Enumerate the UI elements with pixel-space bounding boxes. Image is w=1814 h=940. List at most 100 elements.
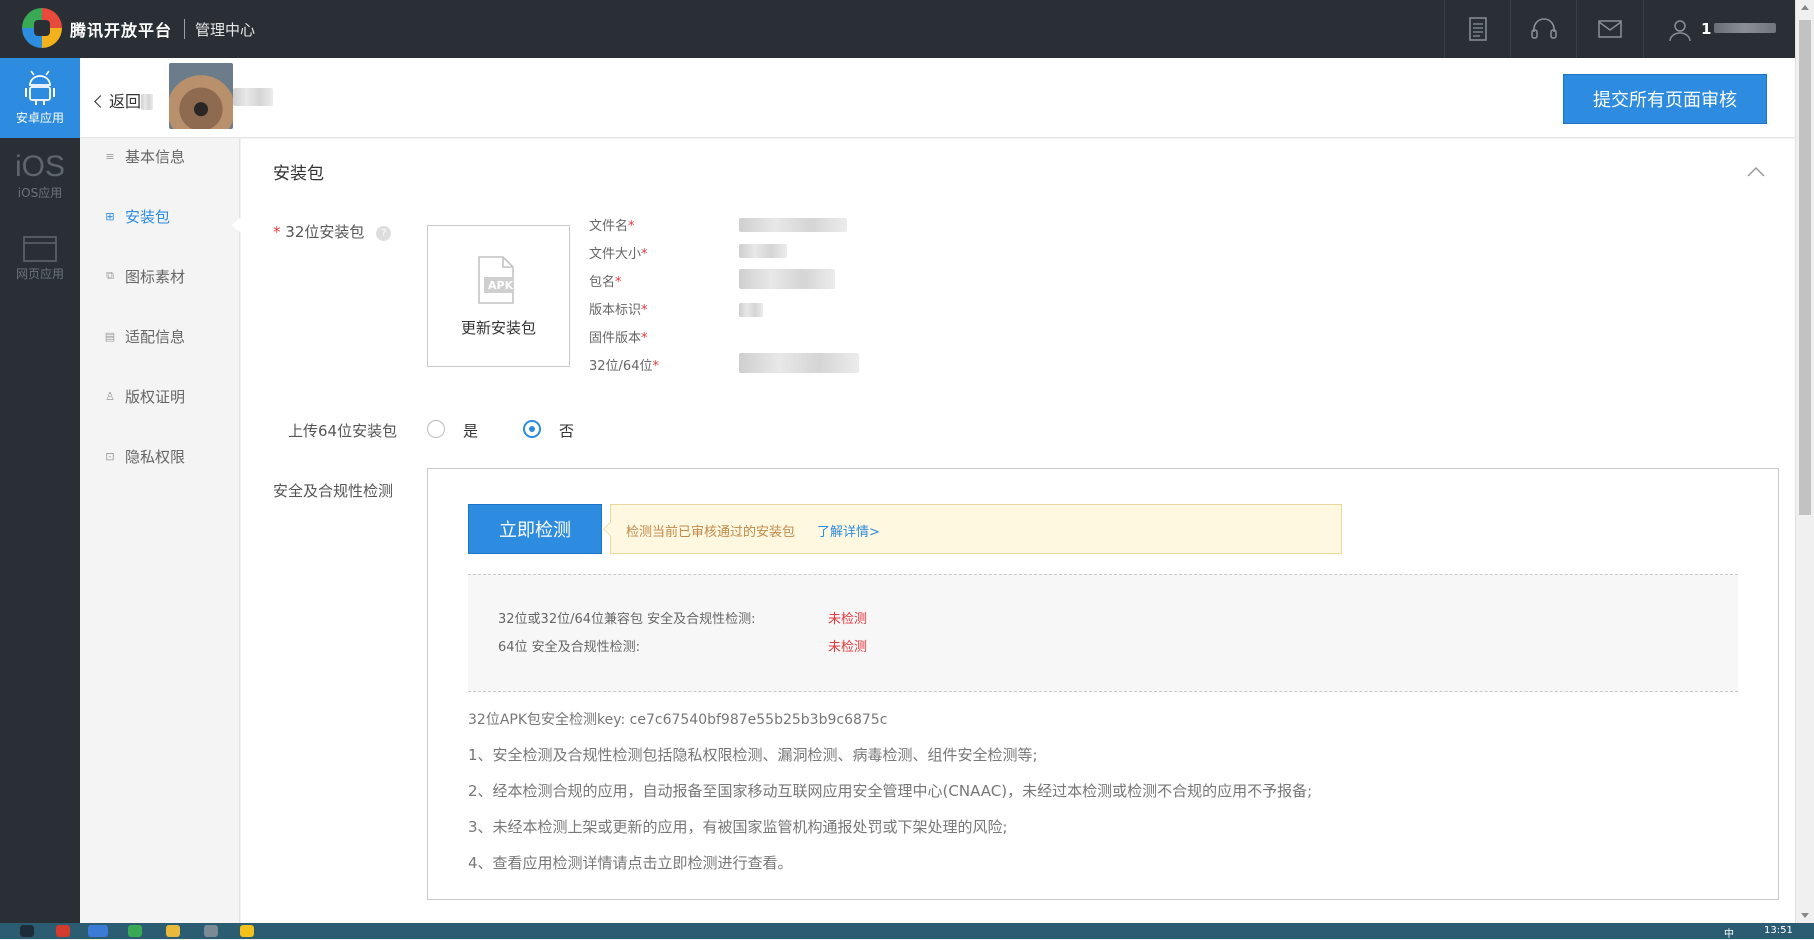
- field-arch-label: 32位/64位*: [589, 359, 659, 374]
- field-filesize-label: 文件大小*: [589, 247, 648, 262]
- result-64-status: 未检测: [828, 640, 868, 655]
- app-header: 返回 提交所有页面审核: [80, 58, 1795, 138]
- user-icon: [1669, 20, 1691, 42]
- lock-icon: ⊡: [105, 449, 115, 463]
- image-icon: ⧉: [106, 269, 114, 282]
- tencent-open-platform-logo[interactable]: [22, 8, 62, 48]
- field-firmware-label: 固件版本*: [589, 331, 648, 346]
- support-button[interactable]: [1510, 0, 1576, 58]
- chevron-left-icon: [94, 95, 107, 108]
- tip-text: 检测当前已审核通过的安装包: [626, 525, 796, 540]
- browser-icon[interactable]: [88, 925, 108, 937]
- android-icon: [25, 70, 55, 105]
- security-check-label: 安全及合规性检测: [273, 482, 394, 500]
- nav-item-basic-info[interactable]: ≡ 基本信息: [80, 141, 240, 171]
- messages-button[interactable]: [1576, 0, 1642, 58]
- nav-item-label: 基本信息: [125, 147, 186, 166]
- back-label: 返回: [109, 92, 142, 111]
- app-type-sidebar: 安卓应用 iOS iOS应用 网页应用: [0, 58, 80, 923]
- field-package-name-value-redacted: [739, 269, 835, 289]
- nav-item-label: 版权证明: [125, 387, 186, 406]
- sidebar-item-label: iOS应用: [17, 186, 63, 200]
- nav-item-privacy[interactable]: ⊡ 隐私权限: [80, 441, 240, 471]
- nav-item-copyright[interactable]: ♙ 版权证明: [80, 381, 240, 411]
- top-bar: 腾讯开放平台 管理中心 1: [0, 0, 1795, 58]
- mail-icon: [1597, 20, 1622, 38]
- section-nav: ≡ 基本信息 ⊞ 安装包 ⧉ 图标素材 ▤ 适配信息 ♙ 版权证明 ⊡ 隐私权限: [80, 139, 241, 923]
- field-filesize-value-redacted: [739, 244, 787, 258]
- wechat-icon[interactable]: [128, 925, 142, 937]
- upload64-no-label[interactable]: 否: [559, 420, 574, 441]
- field-version-id-value-redacted: [739, 303, 763, 317]
- detect-now-button[interactable]: 立即检测: [468, 504, 602, 554]
- app-name-redacted: [233, 88, 273, 106]
- docs-button[interactable]: [1444, 0, 1510, 58]
- brand-title: 腾讯开放平台: [70, 21, 173, 40]
- page-scrollbar[interactable]: [1795, 0, 1814, 923]
- browser-window-icon: [23, 236, 57, 262]
- main-content: 安装包 * 32位安装包? APK 更新安装包 文件名* 文件大小* 包名* 版…: [241, 139, 1795, 923]
- nav-item-label: 适配信息: [125, 327, 186, 346]
- scrollbar-thumb[interactable]: [1799, 20, 1811, 515]
- scroll-up-icon[interactable]: [1801, 5, 1809, 10]
- note-4: 4、查看应用检测详情请点击立即检测进行查看。: [468, 854, 793, 872]
- security-check-panel: 立即检测 检测当前已审核通过的安装包 了解详情> 32位或32位/64位兼容包 …: [427, 468, 1779, 900]
- brand-subtitle: 管理中心: [195, 21, 256, 39]
- sidebar-item-ios[interactable]: iOS iOS应用: [0, 150, 80, 218]
- folder-icon[interactable]: [166, 925, 180, 937]
- pkg32-label: * 32位安装包?: [273, 221, 392, 242]
- sidebar-item-label: 网页应用: [15, 267, 64, 281]
- learn-more-link[interactable]: 了解详情>: [817, 521, 880, 540]
- notes-icon[interactable]: [240, 925, 254, 937]
- nav-item-icon-assets[interactable]: ⧉ 图标素材: [80, 261, 240, 291]
- field-filename-value-redacted: [739, 218, 847, 232]
- brand-divider: [184, 19, 185, 39]
- app-icon[interactable]: [204, 925, 218, 937]
- apk-badge: APK: [488, 279, 514, 292]
- user-name: 1: [1701, 20, 1777, 38]
- check-results: 32位或32位/64位兼容包 安全及合规性检测: 未检测 64位 安全及合规性检…: [468, 574, 1738, 692]
- ios-icon: iOS: [14, 150, 65, 183]
- app-icon[interactable]: [56, 925, 70, 937]
- nav-item-label: 隐私权限: [125, 447, 186, 466]
- start-icon[interactable]: [20, 925, 34, 937]
- result-64-label: 64位 安全及合规性检测:: [498, 640, 641, 655]
- nav-item-label: 图标素材: [125, 267, 186, 286]
- submit-all-pages-button[interactable]: 提交所有页面审核: [1563, 74, 1767, 124]
- clock[interactable]: 13:51: [1764, 925, 1793, 936]
- document-icon: [1468, 17, 1487, 41]
- headset-icon: [1530, 18, 1557, 39]
- badge-icon: ♙: [105, 389, 115, 403]
- detect-tip: 检测当前已审核通过的安装包 了解详情>: [603, 504, 1342, 554]
- help-icon[interactable]: ?: [376, 226, 392, 241]
- field-version-id-label: 版本标识*: [589, 303, 648, 318]
- section-title: 安装包: [273, 164, 324, 184]
- upload64-no-radio[interactable]: [523, 420, 541, 438]
- sidebar-item-label: 安卓应用: [15, 111, 64, 125]
- note-1: 1、安全检测及合规性检测包括隐私权限检测、漏洞检测、病毒检测、组件安全检测等;: [468, 746, 1038, 764]
- doc-icon: ▤: [104, 329, 116, 343]
- result-32-status: 未检测: [828, 612, 868, 627]
- security-key: 32位APK包安全检测key: ce7c67540bf987e55b25b3b9…: [468, 712, 888, 728]
- back-button[interactable]: 返回: [94, 88, 154, 112]
- nav-item-label: 安装包: [125, 207, 171, 226]
- grid-icon: ⊞: [105, 209, 115, 223]
- sidebar-item-android[interactable]: 安卓应用: [0, 58, 80, 138]
- list-icon: ≡: [105, 149, 115, 163]
- user-menu[interactable]: 1: [1643, 0, 1795, 58]
- update-package-label: 更新安装包: [460, 319, 536, 337]
- result-32-label: 32位或32位/64位兼容包 安全及合规性检测:: [498, 612, 756, 627]
- update-package-button[interactable]: APK 更新安装包: [427, 225, 570, 367]
- upload64-yes-radio[interactable]: [427, 420, 445, 438]
- upload64-yes-label[interactable]: 是: [463, 420, 478, 441]
- active-nav-pointer: [232, 217, 241, 233]
- scroll-down-icon[interactable]: [1801, 913, 1809, 918]
- os-taskbar: 中 13:51: [0, 923, 1814, 940]
- nav-item-install-package[interactable]: ⊞ 安装包: [80, 201, 240, 231]
- collapse-chevron-up-icon[interactable]: [1747, 163, 1765, 181]
- nav-item-adaptation-info[interactable]: ▤ 适配信息: [80, 321, 240, 351]
- sidebar-item-web[interactable]: 网页应用: [0, 234, 80, 298]
- upload64-label: 上传64位安装包: [288, 422, 398, 440]
- ime-indicator[interactable]: 中: [1724, 925, 1734, 940]
- note-3: 3、未经本检测上架或更新的应用，有被国家监管机构通报处罚或下架处理的风险;: [468, 818, 1008, 836]
